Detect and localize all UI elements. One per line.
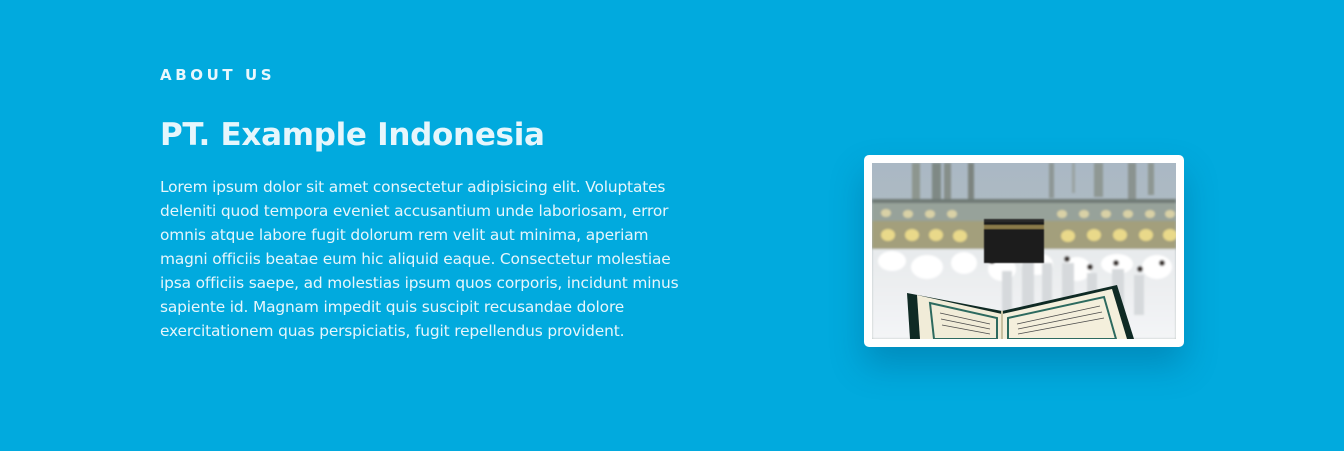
company-title: PT. Example Indonesia: [160, 117, 545, 153]
photo-card: [864, 155, 1184, 347]
kaaba-photo-illustration: [872, 163, 1176, 339]
about-section: ABOUT US PT. Example Indonesia Lorem ips…: [0, 0, 1344, 451]
section-eyebrow: ABOUT US: [160, 66, 276, 84]
company-description: Lorem ipsum dolor sit amet consectetur a…: [160, 178, 679, 340]
kaaba-photo: [872, 163, 1176, 339]
